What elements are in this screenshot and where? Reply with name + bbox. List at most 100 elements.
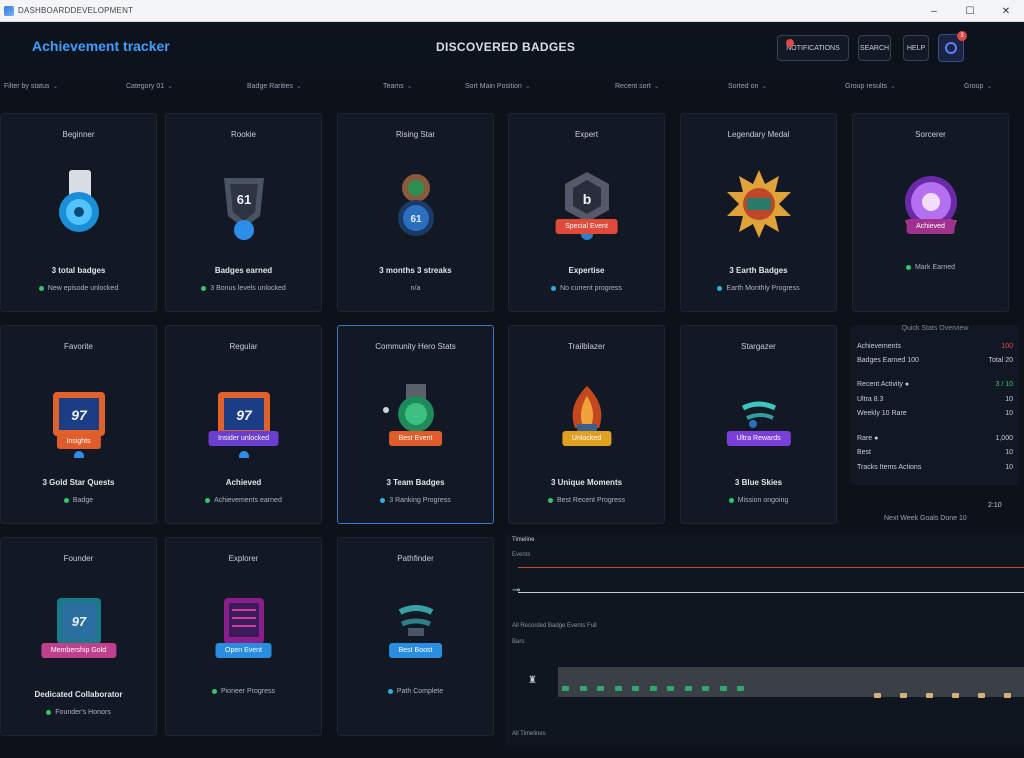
badge-card[interactable]: Rookie 61 Badges earned 3 Bonus levels unlo… [165,113,322,312]
stats-key: Badges Earned 100 [857,357,919,364]
status-dot-icon [728,497,734,503]
badge-card-name: 3 Blue Skies [734,478,783,487]
status-dot-icon [387,688,393,694]
badge-card-name: 3 Unique Moments [550,478,623,487]
status-dot-icon [205,497,211,503]
status-dot-icon [547,497,553,503]
timeline-tick[interactable] [952,693,959,698]
filter-label: Sort Main Position [465,83,522,90]
stats-value: 100 [1001,343,1013,350]
badge-card-name: 3 Earth Badges [729,266,788,275]
badge-card[interactable]: Expert b Special Event Expertise No current … [508,113,665,312]
badge-card[interactable]: Trailblazer Unlocked 3 Unique Moments Best … [508,325,665,524]
badge-pill: Open Event [215,643,272,658]
timeline-marker-icon[interactable]: ♜ [528,675,537,686]
filter-label: Group [964,83,984,90]
app-logo-icon [4,5,14,16]
badge-card-title: Community Hero Stats [375,342,456,351]
stats-panel: Quick Stats Overview Achievements 100 Badg… [851,325,1019,485]
help-button[interactable]: HELP [903,35,929,61]
badge-card-title: Regular [229,342,258,351]
badge-card-status: Founder's Honors [1,709,156,716]
badge-card[interactable]: Favorite 97 Insights 3 Gold Star Quests Badg… [0,325,157,524]
timeline-tick[interactable] [597,686,604,691]
badge-card[interactable]: Founder 97 Membership Gold Dedicated Collab… [0,537,157,736]
filter-dropdown[interactable]: Category 01 ⌄ [126,82,173,90]
badge-card-title: Pathfinder [397,554,434,563]
crystal-orb-icon [891,166,971,246]
badge-card[interactable]: Rising Star 61 3 months 3 streaks n/a [337,113,494,312]
timeline-tick[interactable] [702,686,709,691]
badge-card[interactable]: Legendary Medal 3 Earth Badges Earth Month… [680,113,837,312]
hexagon-b-icon: b [547,166,627,246]
stats-row: Best 10 [857,449,1013,456]
filter-dropdown[interactable]: Sorted on ⌄ [728,82,767,90]
badge-pill: Membership Gold [40,643,117,658]
timeline-bar-area [558,667,1024,698]
badge-card-status-label: n/a [410,285,421,292]
badge-card-status: 3 Bonus levels unlocked [166,285,321,292]
timeline-tick[interactable] [719,686,727,691]
minimize-button[interactable]: – [916,0,952,22]
timeline-tick[interactable] [874,693,881,698]
timeline-tick[interactable] [926,693,933,698]
filter-dropdown[interactable]: Group results ⌄ [845,82,896,90]
badge-card[interactable]: Community Hero Stats Best Event 3 Team Bad… [337,325,494,524]
badge-pill: Special Event [555,219,618,234]
filter-dropdown[interactable]: Teams ⌄ [383,82,413,90]
timeline-tick[interactable] [632,686,639,691]
timeline-handle-icon[interactable]: ⊸ [512,585,520,596]
filter-dropdown[interactable]: Badge Rarities ⌄ [247,82,302,90]
svg-text:97: 97 [71,614,86,629]
chevron-down-icon: ⌄ [295,83,302,90]
timeline-tick[interactable] [579,686,587,691]
badge-card-status-label: Founder's Honors [55,709,111,716]
timeline-tick[interactable] [978,693,985,698]
stats-key: Tracks Items Actions [857,464,922,471]
timeline-tick[interactable] [900,693,907,698]
badge-card[interactable]: Pathfinder Best Boost Path Complete [337,537,494,736]
timeline-tick[interactable] [649,686,657,691]
badge-card[interactable]: Explorer Open Event Pioneer Progress [165,537,322,736]
chevron-down-icon: ⌄ [890,83,896,90]
timeline-tick[interactable] [684,686,692,691]
badge-card-status-label: Mission ongoing [737,497,789,504]
close-button[interactable]: ✕ [988,0,1024,22]
badge-card[interactable]: Sorcerer Achieved Mark Earned [852,113,1009,312]
filter-label: Filter by status [4,83,50,90]
flame-feather-icon [547,378,627,458]
svg-text:b: b [582,191,591,207]
badge-card-title: Rookie [231,130,256,139]
stats-value: 1,000 [995,435,1013,442]
timeline-tick[interactable] [667,686,674,691]
timeline-tick[interactable] [562,686,569,691]
filter-dropdown[interactable]: Recent sort ⌄ [615,82,660,90]
filter-dropdown[interactable]: Sort Main Position ⌄ [465,82,531,90]
filter-dropdown[interactable]: Filter by status ⌄ [4,82,58,90]
avatar[interactable]: 3 [938,31,967,62]
timeline-tick[interactable] [737,686,744,691]
chevron-down-icon: ⌄ [167,83,174,90]
maximize-button[interactable]: ☐ [952,0,988,22]
timeline-tick[interactable] [1004,693,1011,698]
badge-card[interactable]: Regular 97 Insider unlocked Achieved Achieve… [165,325,322,524]
timeline-title: Timeline [512,537,535,543]
badge-card[interactable]: Beginner 3 total badges New episode unlock… [0,113,157,312]
user-ring-icon [945,42,957,54]
filter-dropdown[interactable]: Group ⌄ [964,82,992,90]
timeline-tick[interactable] [614,686,622,691]
stats-row: Weekly 10 Rare 10 [857,410,1013,417]
badge-card-status: Earth Monthly Progress [681,285,836,292]
clover-medal-icon [376,378,456,458]
filter-label: Teams [383,83,404,90]
stats-key: Weekly 10 Rare [857,410,907,417]
badge-card-title: Founder [63,554,94,563]
stats-key: Best [857,449,872,456]
chevron-down-icon: ⌄ [986,83,993,90]
badge-card[interactable]: Stargazer Ultra Rewards 3 Blue Skies Missio… [680,325,837,524]
search-button[interactable]: SEARCH [858,35,891,61]
notifications-button[interactable]: NOTIFICATIONS [777,35,849,61]
stats-title: Quick Stats Overview [901,325,969,332]
filter-label: Recent sort [615,83,651,90]
timeline-axis-top [518,567,1024,568]
